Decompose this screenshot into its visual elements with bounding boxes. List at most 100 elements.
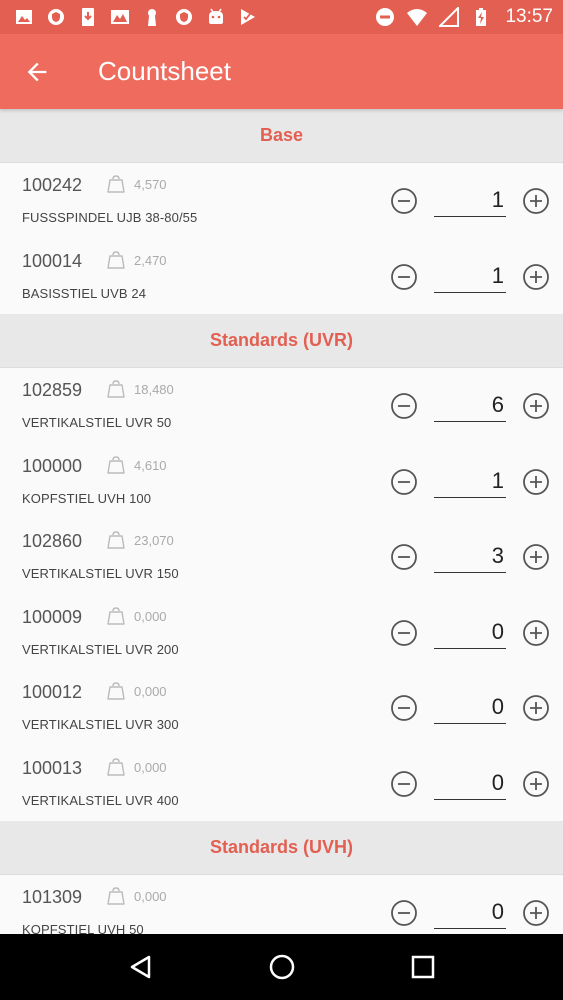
item-weight: 0,000 — [134, 684, 167, 699]
item-weight: 4,610 — [134, 457, 167, 473]
item-number: 102860 — [22, 531, 83, 551]
item-number: 100012 — [22, 682, 83, 702]
plus-circle-icon — [522, 468, 550, 500]
increment-button[interactable] — [522, 694, 550, 722]
item-number: 100000 — [22, 455, 83, 476]
item-number: 102859 — [22, 380, 83, 400]
increment-button[interactable] — [522, 619, 550, 647]
status-time: 13:57 — [505, 6, 553, 27]
minus-circle-icon — [390, 468, 418, 500]
quantity-input[interactable]: 1 — [434, 183, 506, 217]
quantity-input[interactable]: 3 — [434, 539, 506, 573]
list-item: 100009 0,000 VERTIKALSTIEL UVR 200 0 — [0, 594, 563, 670]
decrement-button[interactable] — [390, 770, 418, 798]
weight-icon — [106, 886, 126, 906]
quantity-input[interactable]: 0 — [434, 690, 506, 724]
item-weight: 0,000 — [134, 759, 167, 775]
arrow-left-icon — [27, 62, 47, 81]
item-weight: 2,470 — [134, 252, 167, 268]
list-item: 100014 2,470 BASISSTIEL UVB 24 1 — [0, 238, 563, 314]
back-triangle-icon — [130, 955, 150, 979]
list-item: 100013 0,000 VERTIKALSTIEL UVR 400 0 — [0, 745, 563, 821]
decrement-button[interactable] — [390, 543, 418, 571]
quantity-input[interactable]: 1 — [434, 464, 506, 498]
item-description: KOPFSTIEL UVH 100 — [22, 490, 152, 506]
nav-home-button[interactable] — [262, 947, 302, 987]
item-description: VERTIKALSTIEL UVR 200 — [22, 641, 179, 657]
recents-square-icon — [411, 955, 434, 979]
back-button[interactable] — [0, 34, 74, 109]
quantity-input[interactable]: 1 — [434, 259, 506, 293]
item-description: VERTIKALSTIEL UVR 150 — [22, 566, 179, 581]
minus-circle-icon — [390, 619, 418, 651]
increment-button[interactable] — [522, 187, 550, 215]
item-number: 100009 — [22, 606, 83, 627]
weight-icon — [106, 757, 126, 777]
signal-icon — [439, 7, 460, 27]
item-description: FUSSSPINDEL UJB 38-80/55 — [22, 210, 198, 225]
plus-circle-icon — [522, 263, 550, 295]
minus-circle-icon — [390, 393, 418, 424]
list-item: 100242 4,570 FUSSSPINDEL UJB 38-80/55 1 — [0, 163, 563, 239]
increment-button[interactable] — [522, 543, 550, 571]
item-number: 100014 — [22, 250, 83, 271]
quantity-input[interactable]: 0 — [434, 615, 506, 649]
increment-button[interactable] — [522, 392, 550, 420]
download-icon — [78, 7, 98, 27]
list-item: 101309 0,000 KOPFSTIEL UVH 50 0 — [0, 875, 563, 934]
nav-back-button[interactable] — [121, 947, 161, 987]
quantity-input[interactable]: 0 — [434, 766, 506, 800]
notification-icons — [14, 7, 258, 27]
decrement-button[interactable] — [390, 392, 418, 420]
wifi-icon — [407, 7, 428, 27]
quantity-input[interactable]: 6 — [434, 388, 506, 422]
item-description: BASISSTIEL UVB 24 — [22, 285, 147, 301]
image-icon — [14, 7, 34, 27]
shield-icon — [174, 7, 194, 27]
minus-circle-icon — [390, 188, 418, 219]
status-bar: 13:57 — [0, 0, 563, 34]
home-circle-icon — [269, 954, 294, 980]
increment-button[interactable] — [522, 770, 550, 798]
weight-icon — [106, 455, 126, 475]
decrement-button[interactable] — [390, 694, 418, 722]
decrement-button[interactable] — [390, 468, 418, 496]
weight-icon — [106, 606, 126, 626]
minus-circle-icon — [390, 263, 418, 295]
section-header: Standards (UVH) — [0, 821, 563, 875]
list-item: 100012 0,000 VERTIKALSTIEL UVR 300 0 — [0, 670, 563, 746]
plus-circle-icon — [522, 188, 550, 219]
nav-recents-button[interactable] — [403, 947, 443, 987]
item-weight: 0,000 — [134, 608, 167, 624]
section-header: Base — [0, 109, 563, 163]
system-status: 13:57 — [375, 6, 553, 28]
minus-circle-icon — [390, 695, 418, 726]
decrement-button[interactable] — [390, 899, 418, 927]
increment-button[interactable] — [522, 263, 550, 291]
plus-circle-icon — [522, 544, 550, 575]
weight-icon — [106, 379, 126, 399]
keyhole-icon — [142, 7, 162, 27]
weight-icon — [106, 681, 126, 701]
minus-circle-icon — [390, 900, 418, 931]
item-description: VERTIKALSTIEL UVR 300 — [22, 717, 179, 732]
item-weight: 4,570 — [134, 177, 167, 192]
countsheet-list[interactable]: Base 100242 4,570 FUSSSPINDEL UJB 38-80/55 1… — [0, 109, 563, 934]
navigation-bar — [0, 934, 563, 1000]
list-item: 102860 23,070 VERTIKALSTIEL UVR 150 3 — [0, 519, 563, 595]
plus-circle-icon — [522, 393, 550, 424]
quantity-input[interactable]: 0 — [434, 895, 506, 929]
increment-button[interactable] — [522, 899, 550, 927]
list-item: 100000 4,610 KOPFSTIEL UVH 100 1 — [0, 443, 563, 519]
decrement-button[interactable] — [390, 187, 418, 215]
play-check-icon — [238, 7, 258, 27]
shield-icon — [46, 7, 66, 27]
increment-button[interactable] — [522, 468, 550, 496]
decrement-button[interactable] — [390, 263, 418, 291]
item-weight: 23,070 — [134, 533, 174, 548]
decrement-button[interactable] — [390, 619, 418, 647]
weight-icon — [106, 250, 126, 270]
plus-circle-icon — [522, 900, 550, 931]
item-description: KOPFSTIEL UVH 50 — [22, 922, 144, 934]
item-number: 100013 — [22, 757, 83, 778]
